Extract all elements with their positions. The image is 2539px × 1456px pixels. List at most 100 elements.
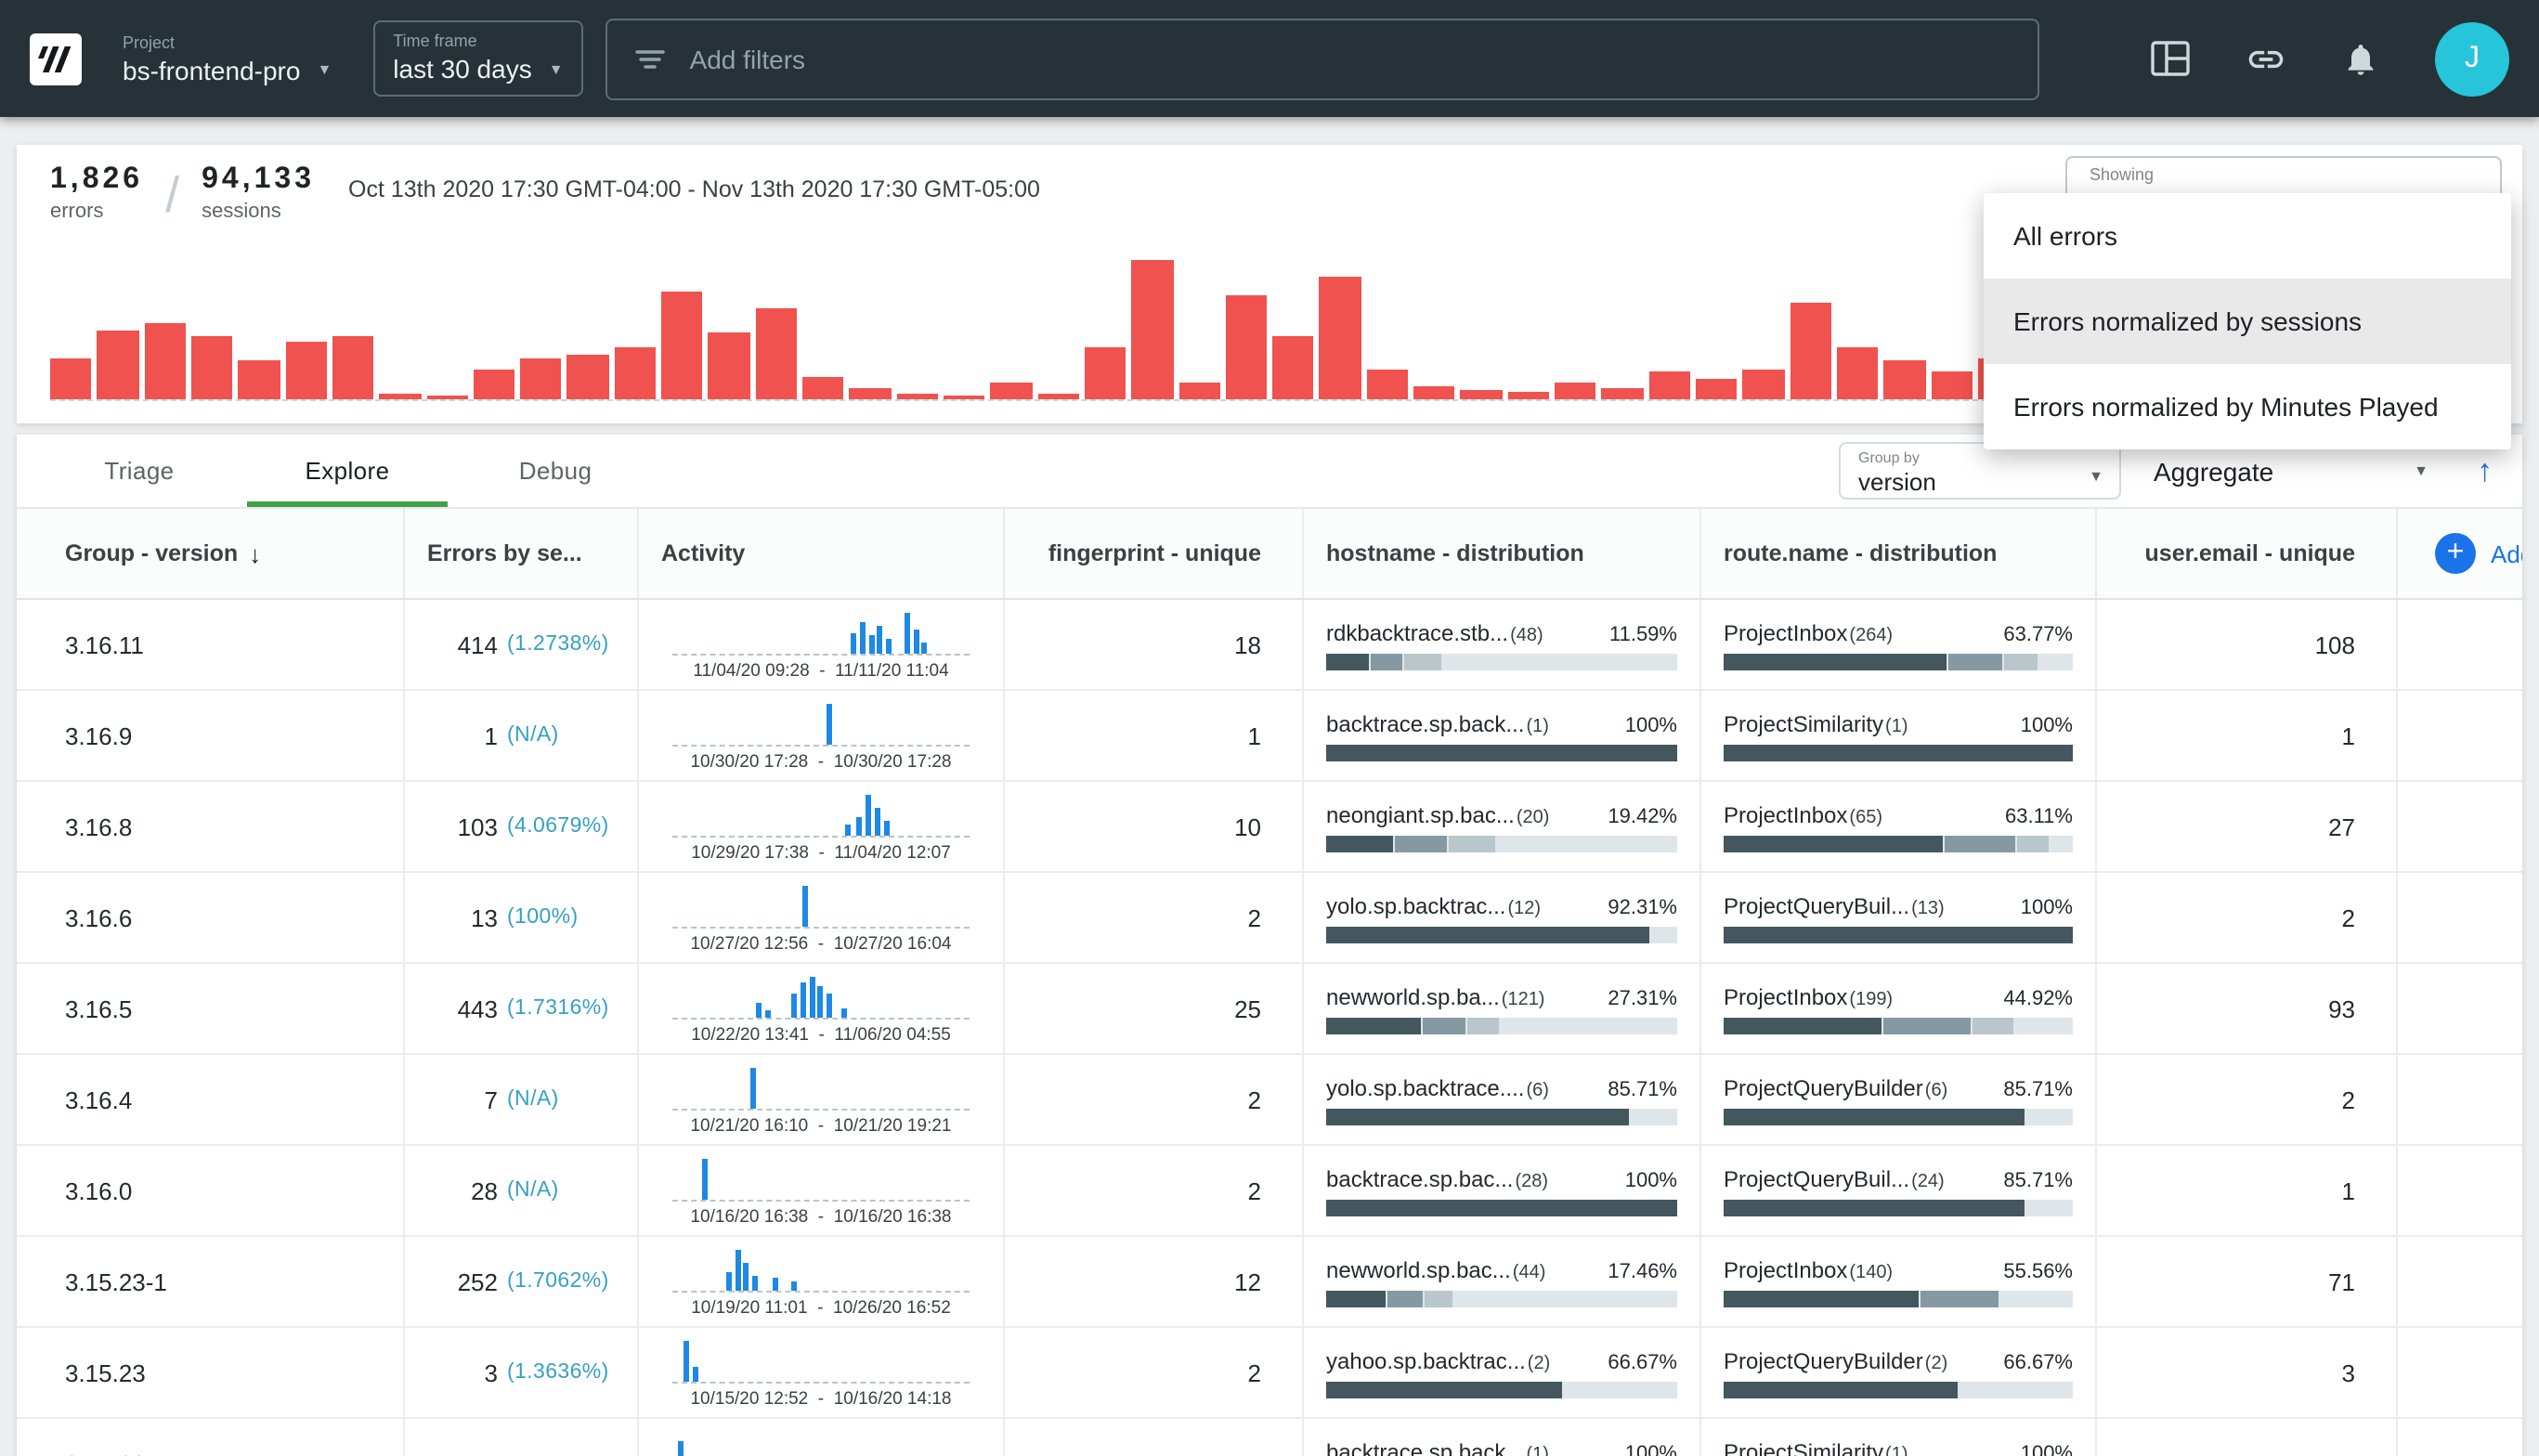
table-row[interactable]: 3.16.613(100%)10/27/20 12:56 - 10/27/20 … [17, 873, 2522, 964]
histogram-bar [426, 396, 468, 400]
project-selector[interactable]: Project bs-frontend-pro ▼ [123, 32, 332, 84]
activity-chart: 10/22/20 13:41 - 11/06/20 04:55 [667, 972, 975, 1045]
menu-item-errors-normalized-by-sessions[interactable]: Errors normalized by sessions [1984, 279, 2511, 364]
errors-count: 7 [431, 1086, 498, 1113]
column-header-label: hostname - distribution [1326, 540, 1584, 566]
column-header-errors-by-se[interactable]: Errors by se... [405, 509, 639, 598]
menu-item-all-errors[interactable]: All errors [1984, 193, 2511, 279]
distribution-label: ProjectQueryBuil... [1724, 1165, 1909, 1191]
errors-count: 3 [431, 1358, 498, 1386]
distribution-label-row: yolo.sp.backtrac...(12)92.31% [1326, 892, 1677, 918]
distribution-bar [1724, 1381, 2073, 1398]
sparkline-bar [875, 808, 880, 835]
errors-percent: (N/A) [507, 1088, 559, 1111]
tab-triage[interactable]: Triage [35, 435, 243, 507]
column-header-activity[interactable]: Activity [639, 509, 1005, 598]
version-cell: 3.16.8 [17, 782, 405, 871]
showing-select-label: Showing [2090, 165, 2478, 184]
column-header-fingerprint-unique[interactable]: fingerprint - unique [1005, 509, 1304, 598]
filter-icon [634, 42, 668, 75]
table-row[interactable]: 3.16.11414(1.2738%)11/04/20 09:28 - 11/1… [17, 600, 2522, 691]
menu-item-errors-normalized-by-minutes-played[interactable]: Errors normalized by Minutes Played [1984, 364, 2511, 449]
table-row[interactable]: 3.16.5443(1.7316%)10/22/20 13:41 - 11/06… [17, 964, 2522, 1055]
timeframe-value: last 30 days [393, 54, 531, 84]
add-column-button[interactable]: +Add column [2398, 509, 2522, 598]
distribution-label-row: ProjectInbox(65)63.11% [1724, 801, 2073, 827]
distribution-label-row: backtrace.sp.back...(1)100% [1326, 1438, 1677, 1456]
date-range: Oct 13th 2020 17:30 GMT-04:00 - Nov 13th… [348, 163, 1040, 202]
hostname-cell: neongiant.sp.bac...(20)19.42% [1304, 782, 1701, 871]
version-cell: 3.16.9 [17, 691, 405, 780]
distribution-bar [1724, 835, 2073, 852]
sparkline-bar [764, 1009, 770, 1017]
table-row[interactable]: 3.15.221backtrace.sp.back...(1)100%Proje… [17, 1419, 2522, 1456]
column-header-label: Group - version [65, 540, 238, 566]
user-avatar[interactable]: J [2435, 21, 2509, 96]
distribution-bar [1326, 926, 1677, 942]
activity-chart: 10/27/20 12:56 - 10/27/20 16:04 [667, 881, 975, 954]
distribution-percent: 63.77% [1992, 623, 2073, 645]
row-spacer-cell [2398, 600, 2522, 689]
sparkline-bar [818, 986, 824, 1017]
table-row[interactable]: 3.16.91(N/A)10/30/20 17:28 - 10/30/20 17… [17, 691, 2522, 782]
distribution-bar [1326, 1017, 1677, 1034]
route-distribution: ProjectQueryBuil...(13)100% [1724, 892, 2073, 942]
dashboard-view-icon[interactable] [2151, 41, 2190, 76]
fingerprint-cell: 18 [1005, 600, 1304, 689]
table-row[interactable]: 3.15.233(1.3636%)10/15/20 12:52 - 10/16/… [17, 1328, 2522, 1419]
table-row[interactable]: 3.15.23-1252(1.7062%)10/19/20 11:01 - 10… [17, 1237, 2522, 1328]
activity-dates: 10/22/20 13:41 - 11/06/20 04:55 [691, 1024, 951, 1045]
arrow-up-icon[interactable]: ↑ [2477, 452, 2493, 489]
sessions-label: sessions [202, 201, 315, 223]
distribution-bar [1724, 1290, 2073, 1306]
distribution-label-row: neongiant.sp.bac...(20)19.42% [1326, 801, 1677, 827]
histogram-bar [709, 332, 750, 399]
notifications-bell-icon[interactable] [2342, 40, 2379, 77]
distribution-segment [1370, 653, 1401, 670]
hostname-distribution: yahoo.sp.backtrac...(2)66.67% [1326, 1347, 1677, 1398]
distribution-count: (140) [1849, 1262, 1893, 1282]
tab-debug[interactable]: Debug [451, 435, 659, 507]
column-header-label: route.name - distribution [1724, 540, 1997, 566]
table-row[interactable]: 3.16.47(N/A)10/21/20 16:10 - 10/21/20 19… [17, 1055, 2522, 1146]
column-header-label: fingerprint - unique [1048, 540, 1261, 566]
filters-input[interactable]: Add filters [606, 18, 2040, 99]
column-header-route-name-distribution[interactable]: route.name - distribution [1701, 509, 2097, 598]
column-header-group-version[interactable]: Group - version↓ [17, 509, 405, 598]
distribution-segment [1724, 653, 1947, 670]
backtrace-logo-icon[interactable] [30, 32, 82, 84]
distribution-label: yolo.sp.backtrace.... [1326, 1074, 1524, 1100]
table-row[interactable]: 3.16.028(N/A)10/16/20 16:38 - 10/16/20 1… [17, 1146, 2522, 1237]
route-distribution: ProjectSimilarity(1)100% [1724, 710, 2073, 760]
timeframe-selector[interactable]: Time frame last 30 days ▼ [372, 20, 583, 97]
route-cell: ProjectQueryBuilder(2)66.67% [1701, 1328, 2097, 1417]
version-cell: 3.16.6 [17, 873, 405, 962]
column-header-hostname-distribution[interactable]: hostname - distribution [1304, 509, 1701, 598]
distribution-percent: 100% [2010, 1442, 2073, 1456]
table-row[interactable]: 3.16.8103(4.0679%)10/29/20 17:38 - 11/04… [17, 782, 2522, 873]
group-by-selector[interactable]: Group by version ▼ [1838, 442, 2120, 500]
errors-count: 1,826 [50, 163, 143, 197]
route-distribution: ProjectQueryBuil...(24)85.71% [1724, 1165, 2073, 1216]
tab-explore[interactable]: Explore [243, 435, 451, 507]
distribution-label: ProjectQueryBuilder [1724, 1347, 1923, 1373]
chevron-down-icon: ▼ [2414, 462, 2428, 479]
distribution-label: yolo.sp.backtrac... [1326, 892, 1505, 918]
distribution-count: (20) [1517, 807, 1550, 827]
route-distribution: ProjectInbox(264)63.77% [1724, 619, 2073, 670]
distribution-bar [1724, 1017, 2073, 1034]
distribution-count: (65) [1849, 807, 1882, 827]
activity-dates: 10/27/20 12:56 - 10/27/20 16:04 [690, 933, 951, 954]
distribution-label: neongiant.sp.bac... [1326, 801, 1515, 827]
sparkline-bar [801, 982, 806, 1017]
histogram-bar [944, 396, 985, 400]
sparkline-bar [693, 1367, 698, 1381]
sparkline-bar [744, 1263, 749, 1290]
distribution-label: ProjectSimilarity [1724, 1438, 1883, 1456]
distribution-bar [1326, 1108, 1677, 1124]
distribution-percent: 66.67% [1596, 1351, 1677, 1373]
link-icon[interactable] [2246, 38, 2286, 79]
column-header-user-email-unique[interactable]: user.email - unique [2097, 509, 2398, 598]
fingerprint-cell: 10 [1005, 782, 1304, 871]
distribution-segment [1724, 744, 2073, 760]
